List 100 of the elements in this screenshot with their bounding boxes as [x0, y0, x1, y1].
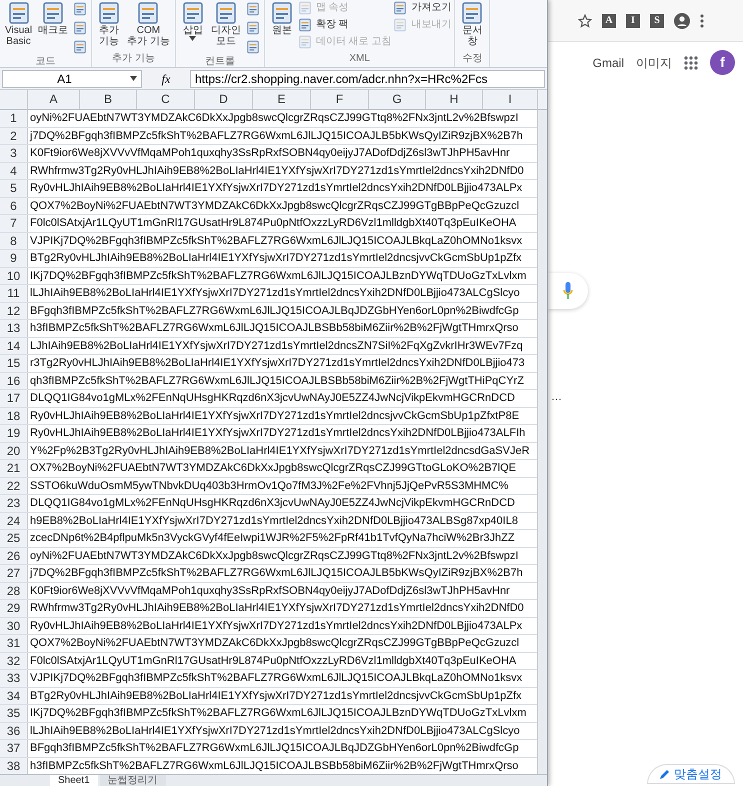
document-icon: [73, 21, 88, 35]
table-cell-text: F0lc0lSAtxjAr1LQyUT1mGnRl17GUsatHr9L874Pu0pNtfOxzzLyRD6Vzl1mlldgbXt40Tq3pEuIKeOHA: [29, 654, 516, 668]
ribbon-button[interactable]: 원본: [268, 0, 296, 36]
row-header[interactable]: 12: [0, 302, 28, 319]
microphone-icon: [563, 282, 573, 300]
table-cell-text: lLJhIAih9EB8%2BoLIaHrl4IE1YXfYsjwXrI7DY271zd1sYmrtIel2dncsYxih2DNfD0LBjjio473ALCgSlcyo: [29, 724, 520, 738]
ribbon-icon-button[interactable]: [72, 1, 88, 17]
document-icon: [41, 1, 66, 25]
ribbon-button[interactable]: 디자인 모드: [208, 0, 243, 47]
column-header[interactable]: F: [311, 90, 369, 109]
row-header[interactable]: 21: [0, 460, 28, 476]
star-icon[interactable]: [578, 14, 592, 28]
row-header[interactable]: 4: [0, 162, 28, 179]
table-cell-text: oyNi%2FUAEbtN7WT3YMDZAkC6DkXxJpgb8swcQlcgrZRqsCZJ99GTtq8%2FNx3jntL2v%2BfswpzI: [29, 111, 518, 126]
ribbon-button[interactable]: Visual Basic: [3, 0, 34, 47]
row-header[interactable]: 13: [0, 320, 28, 336]
header-link[interactable]: 이미지: [636, 54, 672, 72]
row-header[interactable]: 15: [0, 355, 28, 372]
ribbon-icon-button[interactable]: [244, 1, 261, 17]
row-header[interactable]: 31: [0, 635, 28, 652]
row-header[interactable]: 25: [0, 530, 28, 546]
apps-grid-icon[interactable]: [684, 56, 698, 70]
table-cell-text: DLQQ1IG84vo1gMLx%2FEnNqUHsgHKRqzd6nX3jcvUwNAyJ0E5ZZ4JwNcjVikpEkvmHGCRnDCD: [29, 496, 515, 511]
column-header[interactable]: I: [483, 90, 538, 109]
table-cell-text: oyNi%2FUAEbtN7WT3YMDZAkC6DkXxJpgb8swcQlcgrZRqsCZJ99GTtq8%2FNx3jntL2v%2BfswpzI: [29, 548, 518, 564]
table-cell-text: VJPIKj7DQ%2BFgqh3fIBMPZc5fkShT%2BAFLZ7RG6WxmL6JlLJQ15ICOAJLBkqLaZ0hOMNo1ksvx: [29, 671, 522, 686]
row-header[interactable]: 29: [0, 600, 28, 616]
row-header[interactable]: 34: [0, 688, 28, 704]
table-cell-text: h3fIBMPZc5fkShT%2BAFLZ7RG6WxmL6JlLJQ15ICOAJLBSBb58biM6Ziir%2B%2FjWgtTHmrxQrso: [29, 321, 518, 336]
ribbon-button[interactable]: 삽입: [178, 0, 207, 41]
table-cell-text: lLJhIAih9EB8%2BoLIaHrl4IE1YXfYsjwXrI7DY271zd1sYmrtIel2dncsYxih2DNfD0LBjjio473ALCgSlcyo: [29, 286, 520, 301]
table-cell-text: zcecDNp6t%2B4pflpuMk5n3VyckGVyf4fEeIwpi1WJR%2F5%2FpRf41b1TvfQyNa7hciW%2Br3JhZZ: [29, 531, 515, 546]
table-cell-text: r3Tg2Ry0vHLJhIAih9EB8%2BoLIaHrl4IE1YXfYsjwXrI7DY271zd1sYmrtIel2dncsYxih2DNfD0LBjjio473: [29, 356, 525, 371]
column-header[interactable]: A: [28, 90, 80, 109]
extension-icon[interactable]: A: [602, 14, 616, 28]
row-header[interactable]: 16: [0, 372, 28, 389]
row-header[interactable]: 27: [0, 565, 28, 582]
ribbon-button[interactable]: COM 추가 기능: [125, 0, 172, 47]
ribbon-button[interactable]: 문서 창: [458, 0, 486, 47]
ribbon-button[interactable]: 추가 기능: [95, 0, 124, 47]
row-header[interactable]: 9: [0, 250, 28, 266]
column-header[interactable]: B: [80, 90, 137, 109]
ribbon-icon-button[interactable]: [72, 20, 88, 36]
menu-icon[interactable]: [700, 14, 704, 28]
table-cell-text: Ry0vHLJhIAih9EB8%2BoLIaHrl4IE1YXfYsjwXrI7DY271zd1sYmrtIel2dncsYxih2DNfD0LBjjio473ALFIh: [29, 426, 526, 441]
row-header[interactable]: 14: [0, 338, 28, 354]
row-header[interactable]: 28: [0, 582, 28, 599]
row-header[interactable]: 22: [0, 478, 28, 494]
sheet-tab[interactable]: 눈썹정리기: [100, 775, 166, 786]
customize-button[interactable]: 맞춤설정: [647, 764, 735, 784]
row-header[interactable]: 23: [0, 495, 28, 512]
row-header[interactable]: 11: [0, 285, 28, 302]
ribbon-icon-button[interactable]: [244, 39, 261, 55]
row-header[interactable]: 36: [0, 722, 28, 739]
row-header[interactable]: 33: [0, 670, 28, 686]
header-link[interactable]: Gmail: [592, 54, 624, 72]
row-header[interactable]: 7: [0, 215, 28, 232]
row-header[interactable]: 3: [0, 145, 28, 162]
ribbon-icon-button[interactable]: [72, 39, 88, 55]
extension-icon[interactable]: I: [626, 14, 640, 28]
sheet-tab[interactable]: Sheet1: [50, 775, 98, 786]
ribbon-button[interactable]: 매크로: [36, 0, 70, 36]
vertical-scrollbar[interactable]: [537, 110, 547, 774]
formula-field[interactable]: https://cr2.shopping.naver.com/adcr.nhn?x=HRc%2Fcs: [190, 70, 545, 88]
function-label[interactable]: fx: [146, 70, 186, 88]
row-header[interactable]: 8: [0, 232, 28, 249]
row-header[interactable]: 17: [0, 390, 28, 406]
profile-icon[interactable]: [674, 12, 690, 28]
column-header[interactable]: D: [195, 90, 253, 109]
table-cell-text: BTg2Ry0vHLJhIAih9EB8%2BoLIaHrl4IE1YXfYsjwXrI7DY271zd1sYmrtIel2dncsjvvCkGcmSbUp1pZfx: [29, 251, 522, 266]
document-icon: [180, 1, 205, 25]
row-header[interactable]: 18: [0, 408, 28, 424]
row-header[interactable]: 38: [0, 758, 28, 774]
row-header[interactable]: 10: [0, 268, 28, 284]
row-header[interactable]: 5: [0, 180, 28, 196]
table-cell-text: IKj7DQ%2BFgqh3fIBMPZc5fkShT%2BAFLZ7RG6WxmL6JlLJQ15ICOAJLBznDYWqTDUoGzTxLvlxm: [29, 706, 526, 721]
name-box[interactable]: A1: [2, 70, 142, 88]
row-header[interactable]: 20: [0, 442, 28, 459]
row-header[interactable]: 32: [0, 652, 28, 669]
row-header[interactable]: 6: [0, 198, 28, 214]
ribbon-icon-button[interactable]: [244, 20, 261, 36]
row-header[interactable]: 2: [0, 128, 28, 144]
row-header[interactable]: 1: [0, 110, 28, 126]
table-cell-text: j7DQ%2BFgqh3fIBMPZc5fkShT%2BAFLZ7RG6WxmL6JlLJQ15ICOAJLB5bKWsQyIZiR9zjBX%2B7h: [28, 128, 523, 144]
row-header[interactable]: 24: [0, 512, 28, 529]
search-box[interactable]: [548, 273, 588, 309]
avatar[interactable]: f: [710, 50, 735, 75]
row-header[interactable]: 19: [0, 425, 28, 442]
document-icon: [393, 18, 408, 32]
ribbon-button[interactable]: 가져오기: [393, 1, 452, 15]
column-header[interactable]: C: [137, 90, 195, 109]
column-header[interactable]: G: [369, 90, 426, 109]
row-header[interactable]: 26: [0, 548, 28, 564]
row-header[interactable]: 37: [0, 740, 28, 756]
column-header[interactable]: H: [426, 90, 483, 109]
extension-icon[interactable]: S: [650, 14, 664, 28]
row-header[interactable]: 30: [0, 618, 28, 634]
row-header[interactable]: 35: [0, 705, 28, 722]
ribbon-button[interactable]: 확장 팩: [298, 18, 392, 32]
column-header[interactable]: E: [253, 90, 311, 109]
